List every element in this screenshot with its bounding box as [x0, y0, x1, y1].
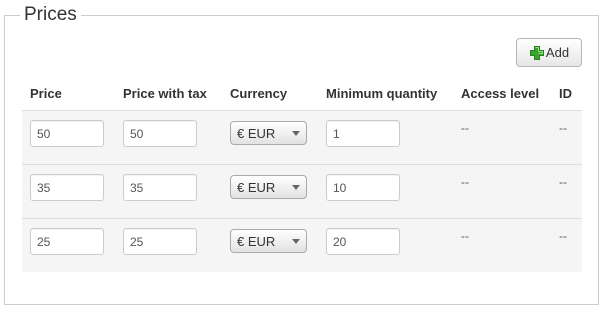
id-value: --: [559, 175, 567, 189]
table-row: € EUR -- --: [22, 111, 582, 165]
currency-value: € EUR: [237, 125, 276, 141]
access-level-value: --: [461, 121, 469, 135]
prices-legend: Prices: [20, 4, 81, 26]
table-row: € EUR -- --: [22, 165, 582, 219]
add-price-button[interactable]: Add: [516, 38, 582, 67]
currency-value: € EUR: [237, 179, 276, 195]
table-row: € EUR -- --: [22, 219, 582, 272]
price-input[interactable]: [30, 228, 104, 255]
chevron-down-icon: [292, 131, 300, 136]
currency-value: € EUR: [237, 233, 276, 249]
column-header-id: ID: [559, 86, 572, 101]
column-header-minimum-quantity: Minimum quantity: [326, 86, 438, 101]
access-level-value: --: [461, 229, 469, 243]
plus-icon: [529, 45, 544, 60]
chevron-down-icon: [292, 185, 300, 190]
id-value: --: [559, 229, 567, 243]
prices-table: Price Price with tax Currency Minimum qu…: [22, 80, 582, 272]
currency-select[interactable]: € EUR: [230, 229, 307, 253]
price-input[interactable]: [30, 120, 104, 147]
column-header-currency: Currency: [230, 86, 288, 101]
access-level-value: --: [461, 175, 469, 189]
minimum-quantity-input[interactable]: [326, 228, 400, 255]
column-header-access-level: Access level: [461, 86, 540, 101]
currency-select[interactable]: € EUR: [230, 121, 307, 145]
minimum-quantity-input[interactable]: [326, 120, 400, 147]
minimum-quantity-input[interactable]: [326, 174, 400, 201]
column-header-price: Price: [30, 86, 62, 101]
chevron-down-icon: [292, 239, 300, 244]
currency-select[interactable]: € EUR: [230, 175, 307, 199]
id-value: --: [559, 121, 567, 135]
price-input[interactable]: [30, 174, 104, 201]
price-with-tax-input[interactable]: [123, 174, 197, 201]
price-with-tax-input[interactable]: [123, 120, 197, 147]
price-with-tax-input[interactable]: [123, 228, 197, 255]
add-button-label: Add: [545, 45, 570, 60]
table-header: Price Price with tax Currency Minimum qu…: [22, 80, 582, 111]
column-header-price-with-tax: Price with tax: [123, 86, 207, 101]
